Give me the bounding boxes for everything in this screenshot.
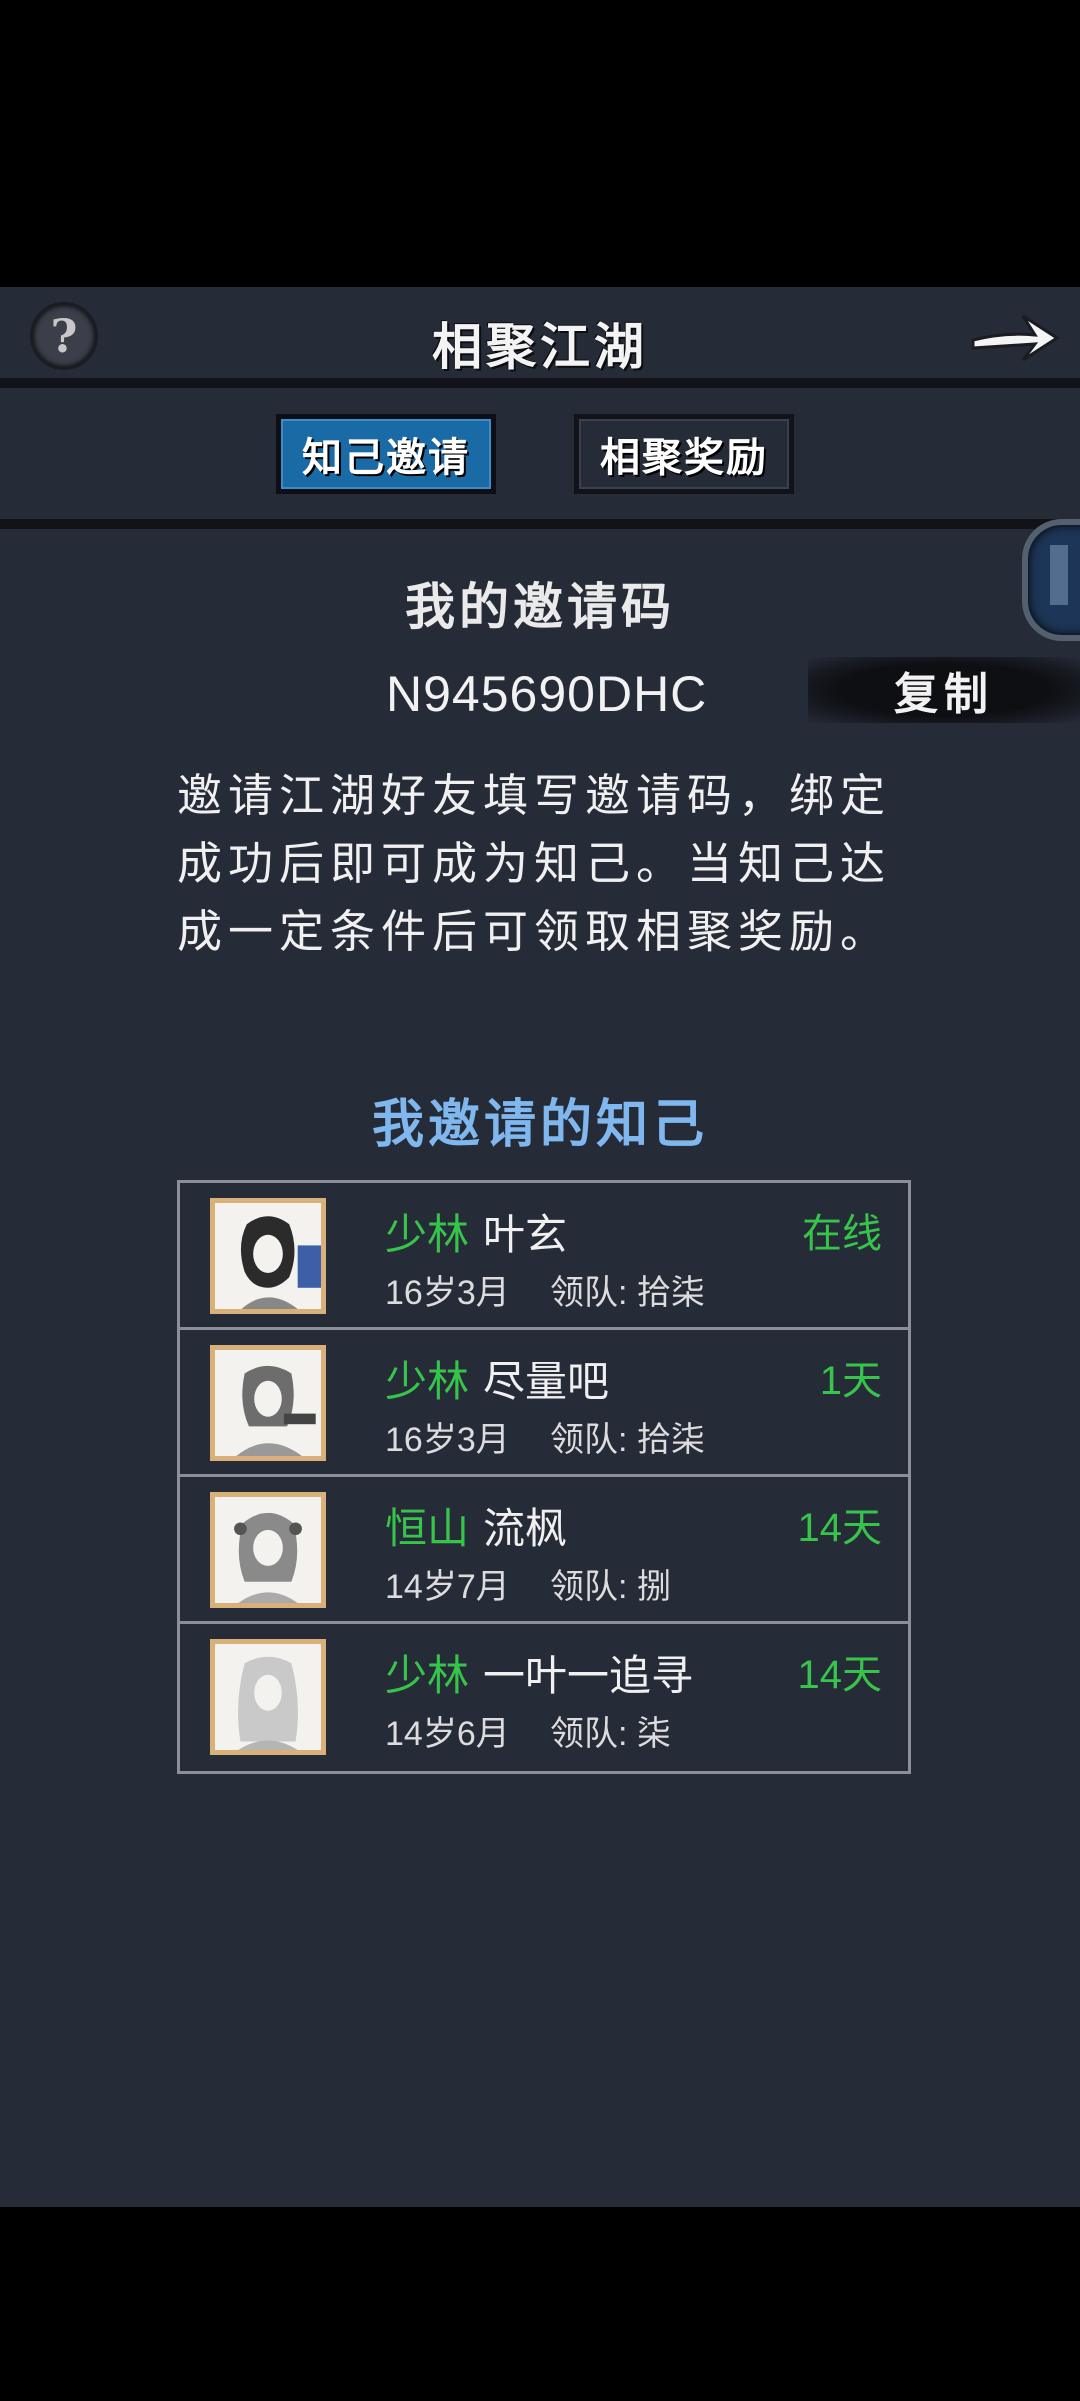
leader-value: 拾柒 bbox=[636, 1421, 705, 1459]
leader-value: 柒 bbox=[636, 1715, 671, 1753]
invite-code-heading: 我的邀请码 bbox=[405, 577, 675, 636]
player-name: 流枫 bbox=[483, 1505, 568, 1552]
leader-label: 领队: bbox=[550, 1568, 628, 1606]
invited-friends-heading: 我邀请的知己 bbox=[371, 1094, 708, 1155]
sect-label: 少林 bbox=[385, 1211, 470, 1258]
invite-description: 邀请江湖好友填写邀请码，绑定成功后即可成为知己。当知己达成一定条件后可领取相聚奖… bbox=[177, 769, 892, 958]
leader-label: 领队: bbox=[550, 1421, 628, 1459]
player-name: 尽量吧 bbox=[483, 1358, 610, 1405]
player-name: 叶玄 bbox=[483, 1211, 568, 1258]
status-badge: 14天 bbox=[797, 1506, 883, 1550]
leader-label: 领队: bbox=[550, 1715, 628, 1753]
tab-invite-friends[interactable]: 知己邀请 bbox=[276, 414, 496, 494]
status-badge: 在线 bbox=[802, 1212, 882, 1256]
avatar bbox=[210, 1198, 326, 1314]
sect-label: 少林 bbox=[385, 1358, 470, 1405]
tabs-divider bbox=[0, 519, 1080, 529]
copy-button[interactable]: 复制 bbox=[808, 657, 1080, 723]
arrow-right-icon[interactable] bbox=[965, 302, 1065, 372]
age-text: 16岁3月 bbox=[385, 1274, 510, 1312]
leader-label: 领队: bbox=[550, 1274, 628, 1312]
age-text: 14岁7月 bbox=[385, 1568, 510, 1606]
list-item[interactable]: 少林 一叶一追寻 14天 14岁6月 领队: 柒 bbox=[180, 1624, 908, 1771]
avatar bbox=[210, 1492, 326, 1608]
list-item[interactable]: 少林 尽量吧 1天 16岁3月 领队: 拾柒 bbox=[180, 1330, 908, 1477]
tab-gathering-rewards[interactable]: 相聚奖励 bbox=[574, 414, 794, 494]
leader-value: 捌 bbox=[636, 1568, 671, 1606]
page-title: 相聚江湖 bbox=[432, 317, 648, 376]
age-text: 14岁6月 bbox=[385, 1715, 510, 1753]
avatar bbox=[210, 1345, 326, 1461]
age-text: 16岁3月 bbox=[385, 1421, 510, 1459]
status-badge: 1天 bbox=[819, 1359, 882, 1403]
sect-label: 恒山 bbox=[385, 1505, 470, 1552]
list-item[interactable]: 少林 叶玄 在线 16岁3月 领队: 拾柒 bbox=[180, 1183, 908, 1330]
invite-code-value: N945690DHC bbox=[386, 666, 708, 722]
sect-label: 少林 bbox=[385, 1652, 470, 1699]
avatar bbox=[210, 1639, 326, 1755]
status-badge: 14天 bbox=[797, 1653, 883, 1697]
leader-value: 拾柒 bbox=[636, 1274, 705, 1312]
player-name: 一叶一追寻 bbox=[483, 1652, 694, 1699]
header-divider bbox=[0, 378, 1080, 388]
app-screen: ? 相聚江湖 知己邀请 相聚奖励 我的邀请码 N945690DHC 复制 邀请江… bbox=[0, 287, 1080, 2207]
friends-list: 少林 叶玄 在线 16岁3月 领队: 拾柒 少林 尽量吧 1天 16岁3月 领队: 拾柒… bbox=[177, 1180, 911, 1774]
list-item[interactable]: 恒山 流枫 14天 14岁7月 领队: 捌 bbox=[180, 1477, 908, 1624]
